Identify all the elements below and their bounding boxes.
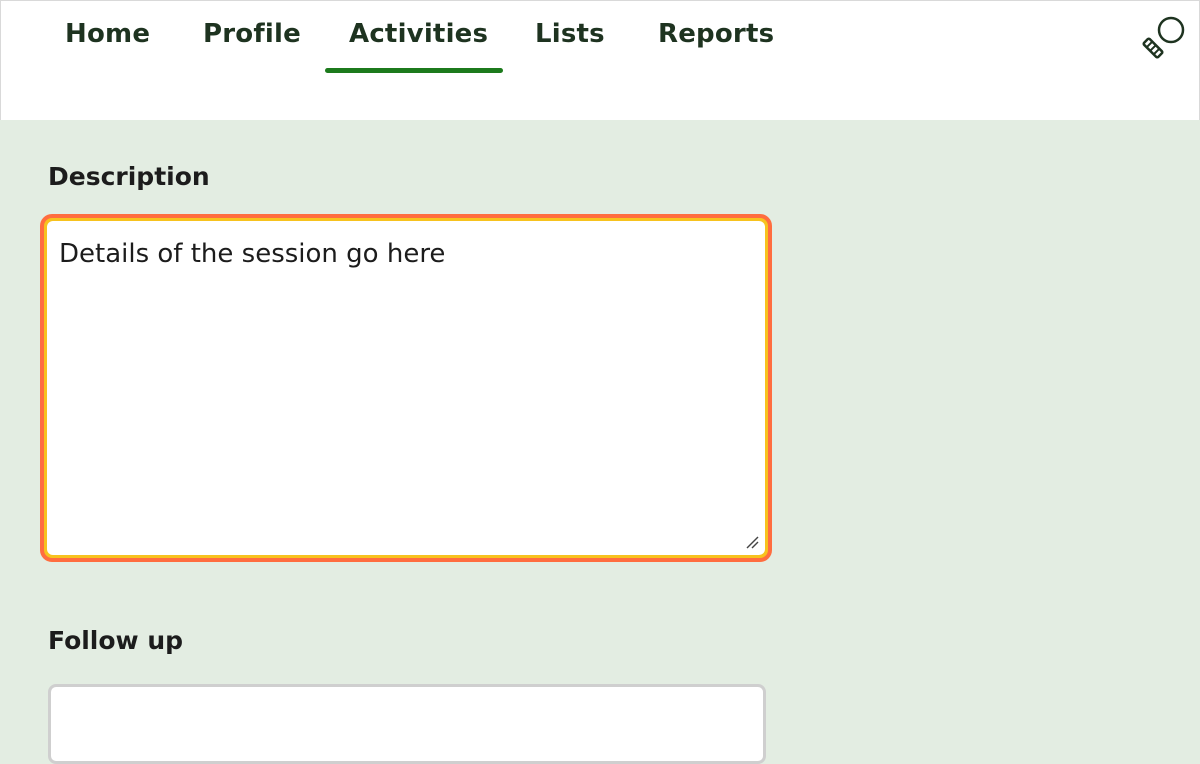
resize-handle-icon[interactable] bbox=[745, 535, 759, 549]
nav-tab-profile[interactable]: Profile bbox=[203, 19, 301, 49]
nav-tab-home[interactable]: Home bbox=[65, 19, 150, 49]
top-navigation-bar: Home Profile Activities Lists Reports bbox=[0, 0, 1200, 120]
search-button[interactable] bbox=[1139, 13, 1189, 63]
follow-up-label: Follow up bbox=[48, 626, 184, 655]
description-label: Description bbox=[48, 162, 210, 191]
active-tab-indicator bbox=[325, 68, 503, 73]
description-textarea[interactable]: Details of the session go here bbox=[40, 214, 772, 562]
nav-tab-activities[interactable]: Activities bbox=[349, 19, 488, 49]
description-textarea-field[interactable]: Details of the session go here bbox=[47, 221, 765, 555]
nav-tab-reports[interactable]: Reports bbox=[658, 19, 774, 49]
search-icon bbox=[1142, 16, 1185, 59]
description-textarea-value: Details of the session go here bbox=[59, 239, 446, 269]
follow-up-input[interactable] bbox=[48, 684, 766, 764]
nav-tab-lists[interactable]: Lists bbox=[535, 19, 605, 49]
